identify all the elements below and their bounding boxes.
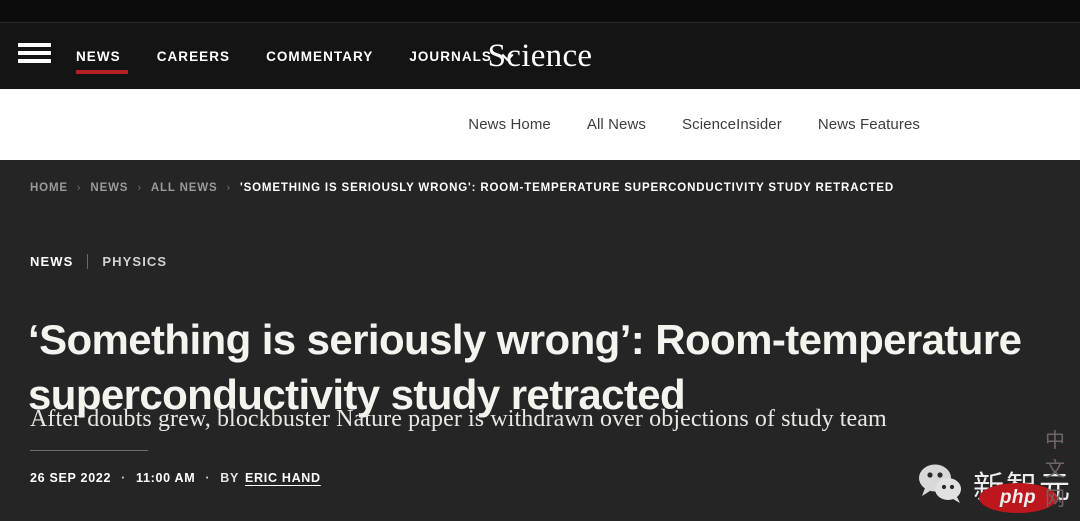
kicker-divider	[87, 254, 89, 269]
byline-separator: ·	[121, 471, 127, 485]
watermark-sub: 中文网	[1045, 428, 1066, 510]
nav-item-label: COMMENTARY	[266, 49, 374, 64]
byline-divider	[30, 450, 148, 451]
publish-date: 26 SEP 2022	[30, 471, 112, 485]
article-content: HOME › NEWS › ALL NEWS › 'SOMETHING IS S…	[0, 160, 1080, 521]
breadcrumb-item-all-news[interactable]: ALL NEWS	[151, 182, 218, 194]
breadcrumb-separator-icon: ›	[137, 182, 142, 194]
subnav-item-news-features[interactable]: News Features	[800, 116, 920, 133]
wechat-icon	[917, 463, 965, 505]
active-underline	[76, 70, 128, 74]
article-kicker: NEWS PHYSICS	[30, 254, 167, 269]
nav-item-commentary[interactable]: COMMENTARY	[248, 23, 391, 90]
top-strip	[0, 0, 1080, 22]
breadcrumb-separator-icon: ›	[76, 182, 82, 194]
byline-separator: ·	[205, 471, 211, 485]
article-deck: After doubts grew, blockbuster Nature pa…	[30, 406, 887, 432]
author-link[interactable]: ERIC HAND	[245, 471, 321, 485]
publish-time: 11:00 AM	[136, 471, 196, 485]
hamburger-menu-icon[interactable]	[18, 40, 51, 66]
subnav-item-scienceinsider[interactable]: ScienceInsider	[664, 116, 800, 133]
kicker-section[interactable]: NEWS	[30, 254, 73, 269]
breadcrumb-separator-icon: ›	[226, 182, 232, 194]
subnav-item-all-news[interactable]: All News	[569, 116, 664, 133]
main-nav-links: NEWS CAREERS COMMENTARY JOURNALS	[76, 23, 532, 90]
news-subnav: News Home All News ScienceInsider News F…	[0, 89, 1080, 160]
nav-item-news[interactable]: NEWS	[76, 23, 139, 90]
breadcrumb-item-home[interactable]: HOME	[30, 182, 68, 194]
kicker-topic[interactable]: PHYSICS	[102, 254, 167, 269]
article-page: NEWS CAREERS COMMENTARY JOURNALS Science	[0, 0, 1080, 521]
nav-item-label: NEWS	[76, 49, 121, 64]
by-label: BY	[220, 471, 240, 485]
article-byline: 26 SEP 2022 · 11:00 AM · BY ERIC HAND	[30, 471, 321, 485]
nav-item-label: CAREERS	[156, 49, 231, 64]
watermark: 新智元 php 中文网	[917, 428, 1072, 515]
breadcrumb: HOME › NEWS › ALL NEWS › 'SOMETHING IS S…	[30, 182, 894, 194]
nav-item-label: JOURNALS	[409, 49, 492, 64]
main-navbar: NEWS CAREERS COMMENTARY JOURNALS Science	[0, 22, 1080, 89]
science-logo[interactable]: Science	[488, 38, 593, 75]
subnav-item-news-home[interactable]: News Home	[450, 116, 569, 133]
nav-item-careers[interactable]: CAREERS	[139, 23, 248, 90]
breadcrumb-item-current: 'SOMETHING IS SERIOUSLY WRONG': ROOM-TEM…	[240, 182, 895, 194]
breadcrumb-item-news[interactable]: NEWS	[90, 182, 128, 194]
